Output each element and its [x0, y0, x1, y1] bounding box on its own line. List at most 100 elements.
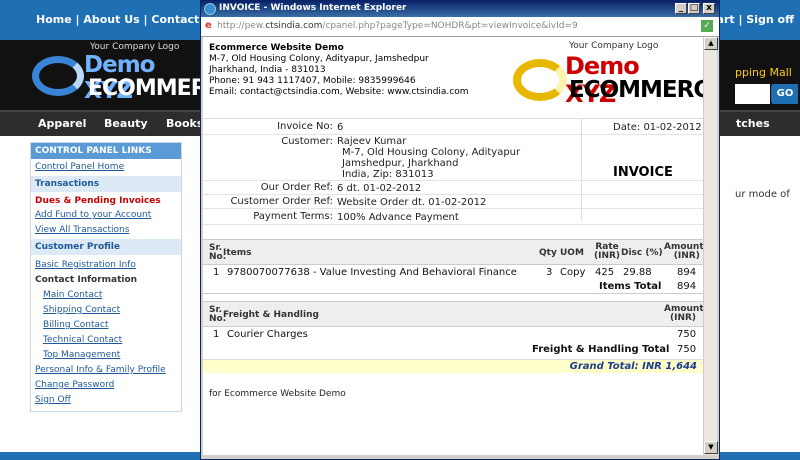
- invoice-title: INVOICE: [613, 165, 673, 180]
- sidebar-item-top-management[interactable]: Top Management: [43, 350, 120, 360]
- compatibility-icon[interactable]: ✓: [701, 20, 713, 32]
- invoice-footer: for Ecommerce Website Demo: [209, 389, 346, 399]
- customer-order-ref-value: Website Order dt. 01-02-2012: [337, 197, 487, 208]
- go-button[interactable]: GO: [772, 84, 798, 104]
- freight-total-label: Freight & Handling Total: [532, 344, 670, 355]
- seller-email: Email: contact@ctsindia.com, Website: ww…: [209, 87, 469, 97]
- invoice-logo: Your Company Logo Demo XYZ ECOMMERCE: [513, 41, 703, 115]
- invoice-date: Date: 01-02-2012: [613, 122, 702, 133]
- freight-header-amount: Amount (INR): [664, 304, 703, 323]
- logo-tagline: Your Company Logo: [90, 42, 180, 52]
- sidebar-item-personal-info[interactable]: Personal Info & Family Profile: [35, 365, 166, 375]
- seller-address-1: M-7, Old Housing Colony, Adityapur, Jams…: [209, 54, 429, 64]
- customer-line-3: India, Zip: 831013: [342, 169, 434, 180]
- item-qty: 3: [546, 267, 553, 278]
- shopping-mall-link[interactable]: pping Mall: [735, 66, 792, 79]
- account-links[interactable]: art | Sign off: [717, 13, 794, 26]
- control-panel-sidebar: CONTROL PANEL LINKS Control Panel Home T…: [30, 142, 182, 412]
- url-prefix: http://pew.: [217, 21, 266, 31]
- items-total-row: Items Total 894: [203, 280, 703, 294]
- site-logo[interactable]: Your Company Logo Demo XYZ ECOMMERC: [30, 40, 223, 110]
- window-title: INVOICE - Windows Internet Explorer: [219, 3, 407, 13]
- sidebar-item-control-panel-home[interactable]: Control Panel Home: [35, 162, 124, 172]
- sidebar-item-dues-pending[interactable]: Dues & Pending Invoices: [35, 196, 161, 206]
- items-table-header: Sr. No. Items Qty UOM Rate (INR) Disc (%) …: [203, 239, 703, 265]
- url-domain: ctsindia.com: [265, 21, 323, 31]
- logo-tagline: Your Company Logo: [569, 41, 659, 51]
- screen: Home | About Us | Contact art | Sign off…: [0, 0, 800, 460]
- invoice-no-label: Invoice No:: [277, 121, 333, 132]
- freight-header-item: Freight & Handling: [223, 310, 319, 320]
- sidebar-section-transactions[interactable]: Transactions: [31, 176, 181, 192]
- invoice-no-row: Invoice No: 6 Date: 01-02-2012: [203, 119, 703, 135]
- item-disc: 29.88: [623, 267, 652, 278]
- category-books[interactable]: Books: [166, 117, 203, 130]
- item-rate: 425: [595, 267, 615, 278]
- item-description: 9780070077638 - Value Investing And Beha…: [227, 267, 517, 278]
- table-row: 1 Courier Charges 750: [203, 328, 703, 342]
- seller-name: Ecommerce Website Demo: [209, 43, 344, 53]
- scroll-down-icon[interactable]: ▼: [704, 441, 718, 454]
- payment-terms-label: Payment Terms:: [253, 211, 333, 222]
- url-suffix: /cpanel.php?pageType=NOHDR&pt=viewInvoic…: [322, 21, 578, 31]
- table-row: 1 9780070077638 - Value Investing And Be…: [203, 266, 703, 280]
- seller-phone: Phone: 91 943 1117407, Mobile: 983599964…: [209, 76, 416, 86]
- category-beauty[interactable]: Beauty: [104, 117, 148, 130]
- order-ref-row: Our Order Ref: 6 dt. 01-02-2012: [203, 181, 703, 195]
- customer-name: Rajeev Kumar: [337, 136, 407, 147]
- header-rate: Rate (INR): [594, 242, 621, 261]
- customer-line-2: Jamshedpur, Jharkhand: [342, 158, 459, 169]
- items-total-label: Items Total: [599, 281, 662, 292]
- address-bar[interactable]: e http://pew.ctsindia.com/cpanel.php?pag…: [201, 17, 719, 37]
- customer-line-1: M-7, Old Housing Colony, Adityapur: [342, 147, 521, 158]
- sidebar-item-basic-registration[interactable]: Basic Registration Info: [35, 260, 136, 270]
- header-qty: Qty: [539, 248, 557, 258]
- search-input[interactable]: [735, 84, 770, 104]
- sidebar-item-change-password[interactable]: Change Password: [35, 380, 114, 390]
- order-ref-value: 6 dt. 01-02-2012: [337, 183, 422, 194]
- logo-ring-icon: [32, 56, 84, 96]
- status-bar: [201, 455, 719, 459]
- window-titlebar[interactable]: INVOICE - Windows Internet Explorer _ □ …: [201, 1, 719, 17]
- category-watches[interactable]: tches: [736, 117, 770, 130]
- sidebar-item-contact-information[interactable]: Contact Information: [35, 275, 137, 285]
- close-button[interactable]: x: [703, 3, 715, 14]
- scroll-up-icon[interactable]: ▲: [704, 37, 718, 50]
- invoice-header: Ecommerce Website Demo M-7, Old Housing …: [203, 37, 703, 119]
- sidebar-item-technical-contact[interactable]: Technical Contact: [43, 335, 122, 345]
- minimize-button[interactable]: _: [675, 3, 687, 14]
- page-icon: e: [205, 20, 212, 31]
- grand-total-row: Grand Total: INR 1,644: [203, 359, 703, 373]
- freight-sr: 1: [213, 329, 220, 340]
- logo-ring-icon: [513, 59, 567, 101]
- sidebar-item-billing-contact[interactable]: Billing Contact: [43, 320, 108, 330]
- grand-total: Grand Total: INR 1,644: [569, 361, 697, 372]
- freight-total-row: Freight & Handling Total 750: [203, 342, 703, 357]
- customer-address: Rajeev Kumar M-7, Old Housing Colony, Ad…: [337, 136, 520, 180]
- sidebar-header: CONTROL PANEL LINKS: [31, 143, 181, 159]
- header-uom: UOM: [560, 248, 584, 258]
- address-url[interactable]: http://pew.ctsindia.com/cpanel.php?pageT…: [217, 21, 578, 31]
- item-sr: 1: [213, 267, 220, 278]
- invoice-no-value: 6: [337, 122, 344, 133]
- sidebar-item-view-transactions[interactable]: View All Transactions: [35, 225, 129, 235]
- customer-order-ref-label: Customer Order Ref:: [230, 196, 333, 207]
- header-items: Items: [223, 248, 252, 258]
- seller-address-2: Jharkhand, India - 831013: [209, 65, 326, 75]
- sidebar-section-customer-profile[interactable]: Customer Profile: [31, 239, 181, 255]
- category-apparel[interactable]: Apparel: [38, 117, 86, 130]
- freight-amount: 750: [677, 329, 697, 340]
- customer-label: Customer:: [281, 136, 333, 147]
- maximize-button[interactable]: □: [688, 3, 700, 14]
- sidebar-item-shipping-contact[interactable]: Shipping Contact: [43, 305, 120, 315]
- header-amount: Amount (INR): [664, 242, 703, 261]
- invoice-popup-window: INVOICE - Windows Internet Explorer _ □ …: [200, 0, 720, 460]
- sidebar-item-add-fund[interactable]: Add Fund to your Account: [35, 210, 151, 220]
- sidebar-item-main-contact[interactable]: Main Contact: [43, 290, 102, 300]
- sidebar-item-sign-off[interactable]: Sign Off: [35, 395, 71, 405]
- vertical-scrollbar[interactable]: ▲ ▼: [703, 37, 718, 455]
- freight-table-header: Sr. No. Freight & Handling Amount (INR): [203, 301, 703, 327]
- top-nav-links[interactable]: Home | About Us | Contact: [36, 13, 199, 26]
- seller-info: Ecommerce Website Demo M-7, Old Housing …: [209, 43, 469, 98]
- customer-order-ref-row: Customer Order Ref: Website Order dt. 01…: [203, 195, 703, 209]
